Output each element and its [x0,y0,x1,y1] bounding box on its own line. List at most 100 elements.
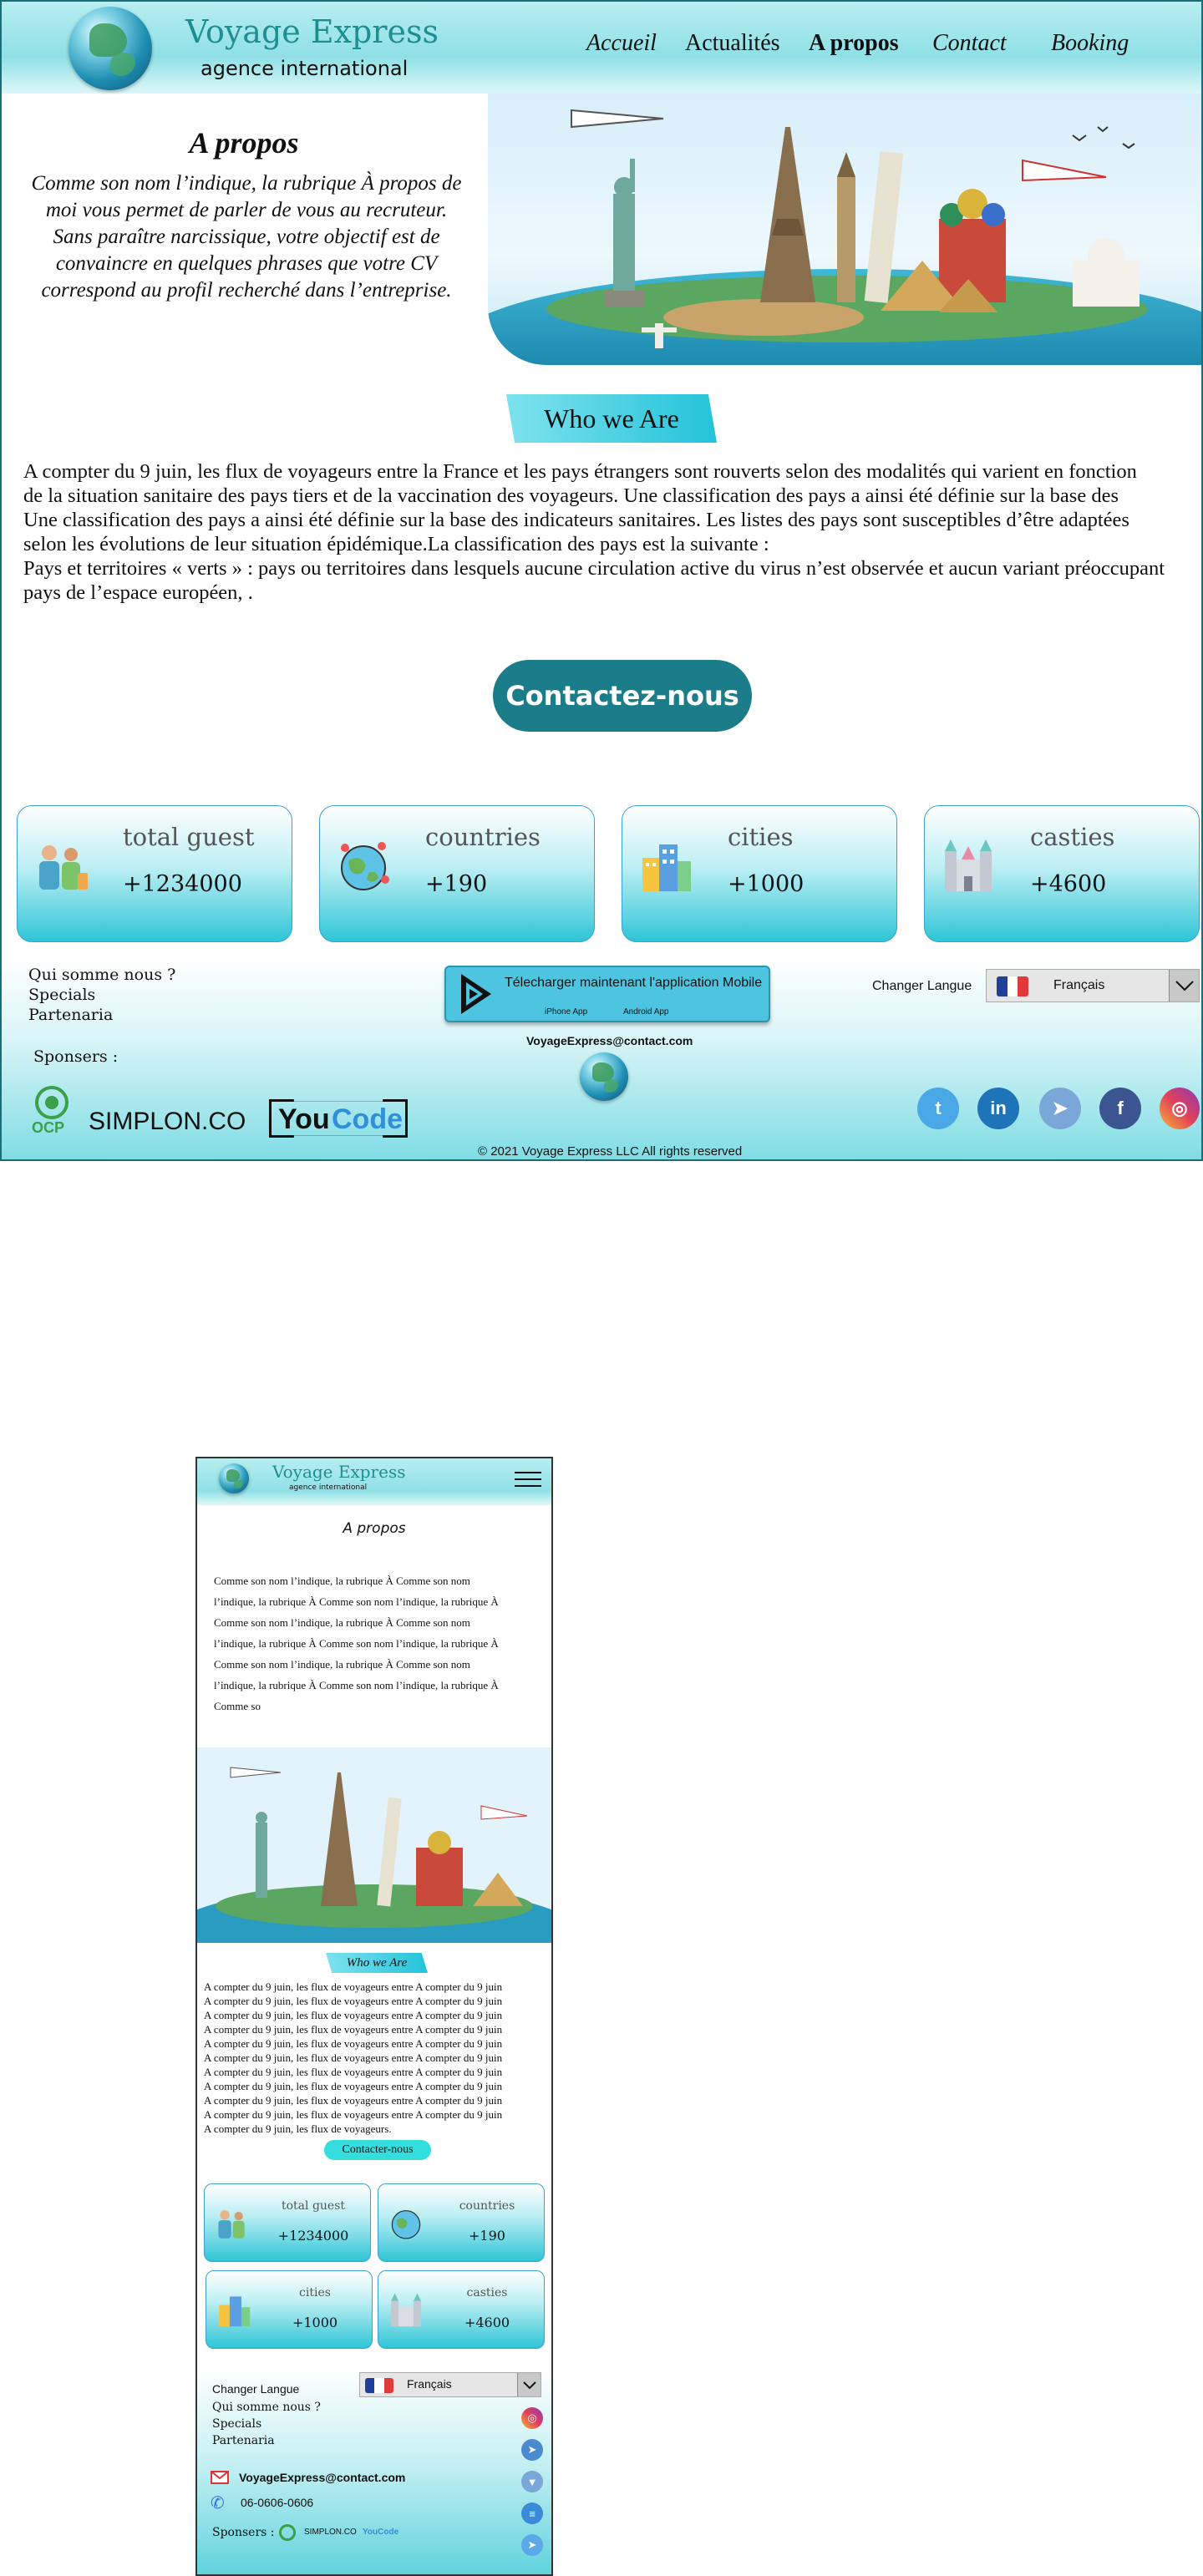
iphone-app-link[interactable]: iPhone App [545,1007,587,1017]
mobile-page-title: A propos [343,1520,406,1537]
hero-image [488,94,1201,365]
body-line: Une classification des pays a ainsi été … [23,509,1129,531]
facebook-icon[interactable]: f [1099,1088,1141,1129]
mobile-stat-card-castles: casties +4600 [378,2270,545,2349]
mobile-brand-name: Voyage Express [272,1462,406,1482]
telegram-alt-icon[interactable]: ➤ [521,2534,543,2556]
nav-booking[interactable]: Booking [1051,30,1129,57]
language-select[interactable]: Français [359,2372,541,2397]
intro-line: l’indique, la rubrique À Comme son nom l… [214,1679,499,1691]
mobile-hero-image [197,1747,551,1943]
mobile-stat-card-guests: total guest +1234000 [204,2183,371,2262]
body-line: A compter du 9 juin, les flux de voyageu… [204,2108,503,2121]
body-line: A compter du 9 juin, les flux de voyageu… [204,2080,503,2092]
contact-email[interactable]: VoyageExpress@contact.com [239,2471,405,2484]
french-flag-icon [365,2378,393,2393]
stat-label: total guest [281,2199,346,2213]
gmail-icon [211,2471,229,2484]
french-flag-icon [997,976,1028,996]
stat-card-cities: cities +1000 [622,805,897,942]
intro-line: Comme son nom l’indique, la rubrique À C… [214,1658,470,1671]
stat-value: +1000 [728,871,805,897]
android-app-link[interactable]: Android App [623,1007,669,1017]
footer-link-partenaria[interactable]: Partenaria [212,2434,275,2447]
mobile-footer: Changer Langue Français Qui somme nous ?… [197,2369,551,2574]
body-line: A compter du 9 juin, les flux de voyageu… [204,2066,503,2078]
simplon-logo: SIMPLON.CO [304,2528,357,2537]
copyright: © 2021 Voyage Express LLC All rights res… [478,1144,743,1159]
body-line: A compter du 9 juin, les flux de voyageu… [204,2094,503,2107]
city-buildings-icon [642,844,691,891]
intro-line: Comme son nom l’indique, la rubrique À C… [214,1616,470,1629]
instagram-icon[interactable]: ◎ [1160,1088,1200,1129]
nav-actualites[interactable]: Actualités [685,30,780,57]
stat-label: total guest [123,823,255,851]
language-select[interactable]: Français [986,969,1200,1002]
mobile-who-we-are-banner: Who we Are [326,1953,428,1973]
footer-link-about[interactable]: Qui somme nous ? [212,2401,321,2414]
mobile-header: Voyage Express agence international [197,1458,551,1505]
body-line: A compter du 9 juin, les flux de voyageu… [204,2037,503,2050]
globe-logo-icon[interactable] [69,7,152,90]
contact-button[interactable]: Contactez-nous [493,660,752,732]
stat-card-castles: casties +4600 [924,805,1200,942]
mobile-stat-card-cities: cities +1000 [206,2270,373,2349]
list-icon[interactable]: ≡ [521,2502,543,2524]
stat-label: casties [466,2286,508,2300]
stat-value: +1234000 [277,2228,349,2244]
language-selected: Français [1053,978,1105,992]
chevron-down-icon[interactable] [1169,970,1199,1001]
stat-value: +190 [469,2228,505,2244]
hamburger-icon[interactable] [515,1472,541,1490]
contact-email[interactable]: VoyageExpress@contact.com [526,1034,693,1047]
mobile-stat-card-countries: countries +190 [378,2183,545,2262]
navigation-icon[interactable]: ▼ [521,2471,543,2492]
linkedin-icon[interactable]: in [977,1088,1019,1129]
ocp-logo [279,2524,296,2541]
stat-value: +4600 [464,2315,510,2330]
youcode-logo-you: You [278,1103,330,1135]
brand-name: Voyage Express [185,13,439,50]
nav-accueil[interactable]: Accueil [586,30,657,57]
play-store-icon [461,974,491,1014]
footer: Qui somme nous ? Specials Partenaria Spo… [2,959,1201,1159]
body-line: selon les évolutions de leur situation é… [23,533,769,555]
stat-label: cities [299,2286,331,2300]
body-line: Pays et territoires « verts » : pays ou … [23,557,1165,580]
footer-link-about[interactable]: Qui somme nous ? [28,966,175,984]
footer-globe-icon [580,1052,628,1101]
ocp-logo: OCP [27,1084,77,1138]
family-icon [218,2210,245,2239]
globe-logo-icon[interactable] [219,1463,249,1493]
footer-link-specials[interactable]: Specials [212,2417,261,2431]
chevron-down-icon[interactable] [517,2373,541,2396]
stat-label: countries [425,823,541,851]
mobile-contact-button[interactable]: Contacter-nous [324,2140,431,2160]
instagram-icon[interactable]: ◎ [521,2407,543,2429]
footer-link-specials[interactable]: Specials [28,986,95,1004]
city-buildings-icon [219,2296,251,2327]
castle-icon [945,839,992,891]
telegram-icon[interactable]: ➤ [521,2439,543,2461]
body-line: A compter du 9 juin, les flux de voyageu… [204,1995,503,2007]
sponsors-label: Sponsers : [33,1047,119,1066]
nav-contact[interactable]: Contact [932,30,1007,57]
intro-line: Comme son nom l’indique, la rubrique À C… [214,1575,470,1587]
family-icon [39,845,88,890]
contact-phone[interactable]: 06-0606-0606 [241,2496,313,2509]
app-download-box[interactable]: Télecharger maintenant l'application Mob… [444,966,770,1022]
stat-value: +4600 [1030,871,1107,897]
footer-link-partenaria[interactable]: Partenaria [28,1006,113,1024]
language-label: Changer Langue [212,2382,300,2396]
youcode-logo: YouCode [363,2528,399,2537]
telegram-icon[interactable]: ➤ [1039,1088,1081,1129]
body-line: A compter du 9 juin, les flux de voyageu… [204,2122,392,2135]
twitter-icon[interactable]: t [917,1088,959,1129]
stat-label: casties [1030,823,1115,851]
body-line: A compter du 9 juin, les flux de voyageu… [23,460,1137,483]
nav-a-propos[interactable]: A propos [809,30,899,57]
mobile-brand-subtitle: agence international [289,1483,368,1492]
header: Voyage Express agence international Accu… [2,2,1201,94]
ocp-logo-text: OCP [32,1119,65,1136]
who-we-are-banner: Who we Are [506,394,717,443]
